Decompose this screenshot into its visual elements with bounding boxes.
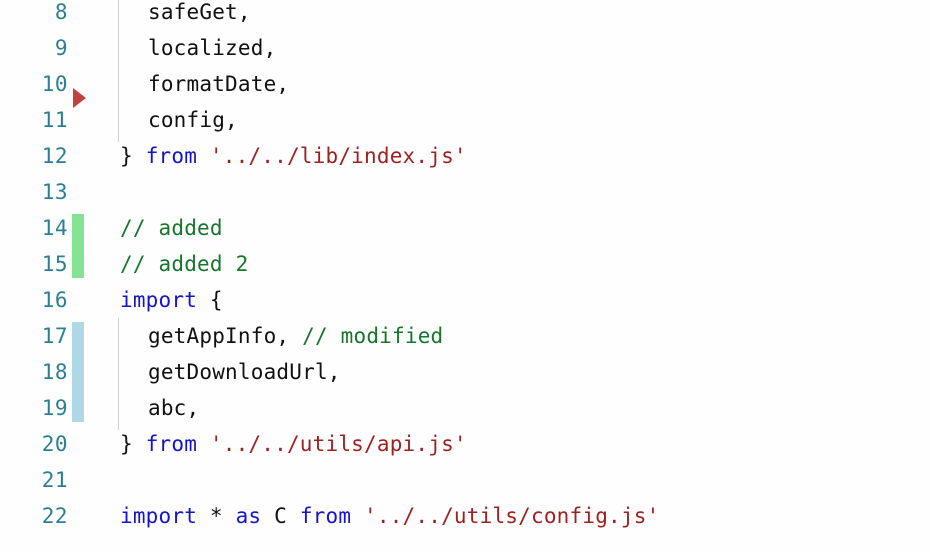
code-line-content [0, 468, 120, 492]
code-token-punct: * [197, 504, 236, 528]
change-bar-added[interactable] [72, 214, 84, 278]
code-token-plain: getDownloadUrl, [148, 360, 341, 384]
code-line[interactable]: getDownloadUrl, [0, 354, 930, 390]
code-line[interactable] [0, 174, 930, 210]
code-line[interactable]: // added [0, 210, 930, 246]
code-token-plain: abc, [148, 396, 200, 420]
code-line[interactable]: getAppInfo, // modified [0, 318, 930, 354]
code-token-punct: } [120, 144, 146, 168]
code-token-plain: C [261, 504, 300, 528]
code-line-content [0, 180, 120, 204]
indent-guide [118, 318, 119, 430]
code-token-plain: getAppInfo, [148, 324, 303, 348]
code-line[interactable]: import * as C from '../../utils/config.j… [0, 498, 930, 534]
code-token-plain: safeGet, [148, 0, 251, 24]
code-line-content: localized, [0, 36, 276, 60]
code-token-kw: as [235, 504, 262, 528]
code-token-punct: { [197, 288, 223, 312]
code-line-content: import { [0, 288, 223, 312]
code-editor[interactable]: 8 9 10 11 12 13 14 15 16 17 18 19 20 21 22 safeGet, loc… [0, 0, 930, 552]
code-line[interactable]: } from '../../utils/api.js' [0, 426, 930, 462]
code-line-content: } from '../../lib/index.js' [0, 144, 467, 168]
code-token-comment: // modified [302, 324, 444, 348]
code-token-comment: // added 2 [120, 252, 249, 276]
code-token-kw: import [120, 288, 198, 312]
code-line-content: // added 2 [0, 252, 248, 276]
code-token-plain: config, [148, 108, 238, 132]
code-token-plain: localized, [148, 36, 277, 60]
code-token-str: '../../lib/index.js' [209, 144, 467, 168]
code-line[interactable]: safeGet, [0, 0, 930, 30]
code-token-kw: from [299, 504, 352, 528]
code-line-content: import * as C from '../../utils/config.j… [0, 504, 659, 528]
code-line[interactable]: abc, [0, 390, 930, 426]
change-bar-modified[interactable] [72, 322, 84, 422]
code-token-kw: import [120, 504, 198, 528]
code-token-plain: formatDate, [148, 72, 290, 96]
code-token-str: '../../utils/api.js' [209, 432, 467, 456]
code-token-comment: // added [120, 216, 223, 240]
code-text-area[interactable]: safeGet, localized, formatDate, config,} fr… [0, 0, 930, 552]
code-line-content: abc, [0, 396, 199, 420]
code-line[interactable] [0, 462, 930, 498]
code-line-content: formatDate, [0, 72, 289, 96]
code-token-punct: } [120, 432, 146, 456]
code-line[interactable]: import { [0, 282, 930, 318]
code-token-kw: from [145, 144, 198, 168]
code-line[interactable]: formatDate, [0, 66, 930, 102]
code-token-str: '../../utils/config.js' [364, 504, 660, 528]
code-line-content: getDownloadUrl, [0, 360, 341, 384]
code-line[interactable]: localized, [0, 30, 930, 66]
code-line[interactable]: // added 2 [0, 246, 930, 282]
indent-guide [118, 0, 119, 142]
code-line-content: // added [0, 216, 223, 240]
code-token-kw: from [145, 432, 198, 456]
code-line-content: safeGet, [0, 0, 251, 24]
code-line[interactable]: config, [0, 102, 930, 138]
code-line-content: } from '../../utils/api.js' [0, 432, 467, 456]
code-line-content: getAppInfo, // modified [0, 324, 443, 348]
code-line[interactable]: } from '../../lib/index.js' [0, 138, 930, 174]
